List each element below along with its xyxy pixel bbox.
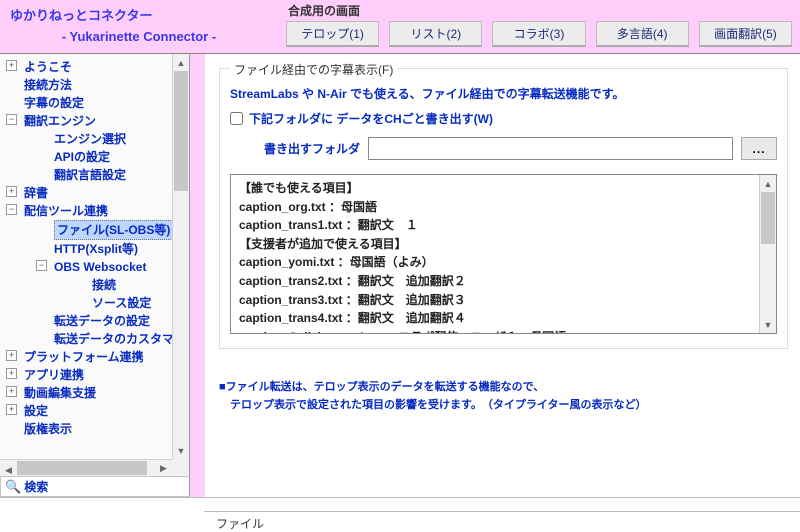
list-item: caption_yomi.txt ：母国語（よみ） — [239, 253, 768, 272]
tree-item[interactable]: 翻訳エンジン — [24, 114, 96, 128]
tree-item[interactable]: 版権表示 — [24, 422, 72, 436]
tree-toggle-icon[interactable]: + — [6, 186, 17, 197]
tree-toggle-icon — [6, 422, 17, 433]
write-per-ch-label: 下記フォルダに データをCHごと書き出す(W) — [249, 110, 493, 127]
tree-item[interactable]: ソース設定 — [92, 296, 151, 310]
group-title: ファイル経由での字幕表示(F) — [230, 61, 397, 78]
tree-item[interactable]: 接続 — [92, 278, 116, 292]
tree-toggle-icon[interactable]: + — [6, 368, 17, 379]
list-item: caption_trans1.txt ：翻訳文 １ — [239, 216, 768, 235]
tree-toggle-icon[interactable]: + — [6, 350, 17, 361]
folder-label: 書き出すフォルダ — [230, 140, 360, 157]
file-subtitle-group: ファイル経由での字幕表示(F) StreamLabs や N-Air でも使える… — [219, 68, 788, 349]
scroll-left-icon[interactable]: ◀ — [0, 463, 17, 477]
list-item: caption_trans2.txt ：翻訳文 追加翻訳２ — [239, 272, 768, 291]
scroll-up-icon[interactable]: ▲ — [173, 54, 189, 71]
pink-divider — [190, 54, 205, 497]
tree-item[interactable]: HTTP(Xsplit等) — [54, 242, 138, 256]
tree-toggle-icon[interactable]: − — [36, 260, 47, 271]
tree-item[interactable]: 接続方法 — [24, 78, 72, 92]
tree-toggle-icon[interactable]: − — [6, 114, 17, 125]
tree-item[interactable]: プラットフォーム連携 — [24, 350, 144, 364]
tree-toggle-icon — [66, 278, 77, 289]
tree-toggle-icon — [36, 314, 47, 325]
search-icon: 🔍 — [5, 479, 21, 495]
scroll-thumb-h[interactable] — [17, 461, 147, 475]
items-listbox[interactable]: 【誰でも使える項目】caption_org.txt ：母国語caption_tr… — [230, 174, 777, 334]
tab-screentrans[interactable]: 画面翻訳(5) — [699, 21, 792, 47]
list-item: caption_trans3.txt ：翻訳文 追加翻訳３ — [239, 291, 768, 310]
scroll-down-icon[interactable]: ▼ — [760, 316, 776, 333]
folder-input[interactable] — [368, 137, 733, 160]
tree-item[interactable]: 動画編集支援 — [24, 386, 96, 400]
tab-multilang[interactable]: 多言語(4) — [596, 21, 689, 47]
tree-toggle-icon — [6, 96, 17, 107]
brand-area: ゆかりねっとコネクター - Yukarinette Connector - — [0, 0, 278, 53]
browse-button[interactable]: ... — [741, 137, 777, 160]
list-item: caption_org.txt ：母国語 — [239, 198, 768, 217]
tree-toggle-icon — [36, 332, 47, 343]
nav-tree: +ようこそ接続方法字幕の設定−翻訳エンジンエンジン選択APIの設定翻訳言語設定+… — [0, 54, 190, 476]
top-tabs-area: 合成用の画面 テロップ(1) リスト(2) コラボ(3) 多言語(4) 画面翻訳… — [278, 0, 800, 53]
note-text: ■ファイル転送は、テロップ表示のデータを転送する機能なので、 テロップ表示で設定… — [219, 379, 788, 414]
tree-toggle-icon — [36, 242, 47, 253]
tree-item[interactable]: ファイル(SL-OBS等) — [54, 220, 173, 240]
tab-list[interactable]: リスト(2) — [389, 21, 482, 47]
tree-item[interactable]: 転送データのカスタマ — [54, 332, 174, 346]
tree-item[interactable]: エンジン選択 — [54, 132, 126, 146]
list-item: caption_trans4.txt ：翻訳文 追加翻訳４ — [239, 309, 768, 328]
tree-item[interactable]: 配信ツール連携 — [24, 204, 108, 218]
tree-item[interactable]: OBS Websocket — [54, 260, 146, 274]
tree-item[interactable]: 辞書 — [24, 186, 48, 200]
tree-toggle-icon — [36, 222, 47, 233]
footer-tab[interactable]: ファイル — [204, 511, 800, 532]
top-tabs-label: 合成用の画面 — [286, 2, 792, 21]
tree-toggle-icon — [36, 132, 47, 143]
scroll-thumb[interactable] — [761, 192, 775, 244]
search-bar[interactable]: 🔍 検索 — [0, 476, 190, 497]
tree-scrollbar-v[interactable]: ▲ ▼ — [172, 54, 189, 459]
tab-telop[interactable]: テロップ(1) — [286, 21, 379, 47]
tab-collab[interactable]: コラボ(3) — [492, 21, 585, 47]
tree-toggle-icon — [36, 150, 47, 161]
tree-toggle-icon[interactable]: + — [6, 386, 17, 397]
tree-toggle-icon — [36, 168, 47, 179]
list-item: 【支援者が追加で使える項目】 — [239, 235, 768, 254]
tree-toggle-icon — [66, 296, 77, 307]
scroll-right-icon[interactable]: ▶ — [155, 460, 172, 476]
tree-item[interactable]: APIの設定 — [54, 150, 110, 164]
tree-toggle-icon[interactable]: + — [6, 404, 17, 415]
write-per-ch-checkbox[interactable] — [230, 112, 243, 125]
tree-item[interactable]: 翻訳言語設定 — [54, 168, 126, 182]
scroll-down-icon[interactable]: ▼ — [173, 442, 189, 459]
brand-title: ゆかりねっとコネクター — [10, 6, 268, 27]
tree-item[interactable]: 転送データの設定 — [54, 314, 150, 328]
brand-subtitle: - Yukarinette Connector - — [10, 27, 268, 48]
tree-item[interactable]: ようこそ — [24, 60, 72, 74]
tree-toggle-icon[interactable]: + — [6, 60, 17, 71]
group-desc: StreamLabs や N-Air でも使える、ファイル経由での字幕転送機能で… — [230, 85, 777, 102]
tree-toggle-icon — [6, 78, 17, 89]
tree-item[interactable]: アプリ連携 — [24, 368, 84, 382]
list-item: caption_Collabo_org1.txt ：コラボ配信 ユーザ１ 母国語 — [239, 328, 768, 334]
tree-scrollbar-h[interactable]: ◀ ▶ — [0, 459, 172, 476]
scroll-up-icon[interactable]: ▲ — [760, 175, 776, 192]
scroll-corner — [172, 459, 189, 476]
main-content: ファイル経由での字幕表示(F) StreamLabs や N-Air でも使える… — [205, 54, 800, 497]
list-item: 【誰でも使える項目】 — [239, 179, 768, 198]
scroll-thumb-v[interactable] — [174, 71, 188, 191]
tree-item[interactable]: 字幕の設定 — [24, 96, 84, 110]
tree-toggle-icon[interactable]: − — [6, 204, 17, 215]
search-label: 検索 — [24, 478, 48, 495]
tree-item[interactable]: 設定 — [24, 404, 48, 418]
items-scrollbar[interactable]: ▲ ▼ — [759, 175, 776, 333]
